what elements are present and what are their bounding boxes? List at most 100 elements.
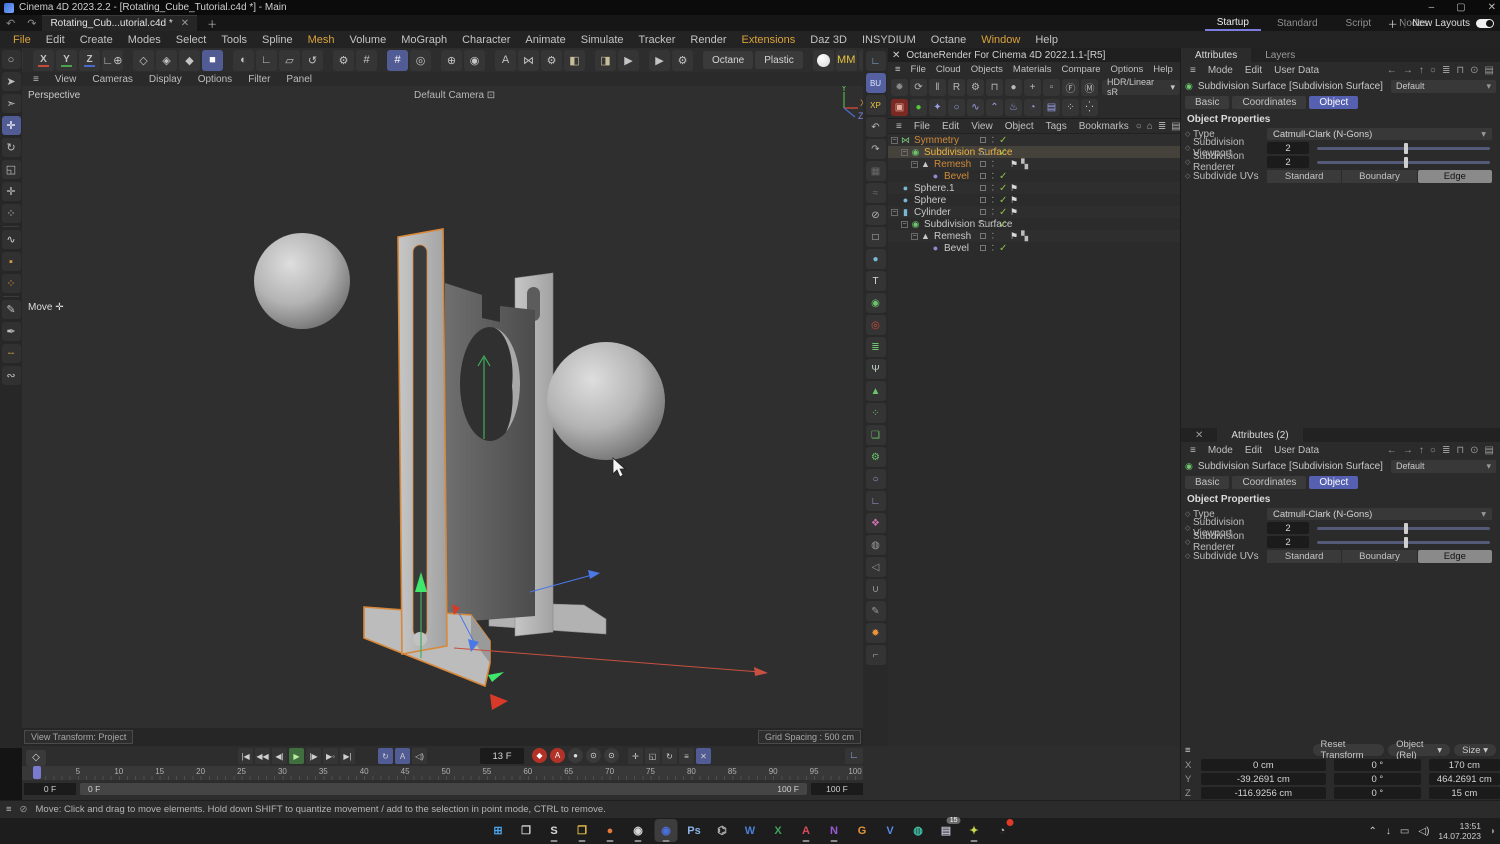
tweak-tool[interactable]: ➣ xyxy=(1,94,21,113)
hanger-icon[interactable]: ⌃ xyxy=(986,98,1003,116)
object-name[interactable]: Symmetry xyxy=(914,135,959,146)
uv-option-boundary[interactable]: Boundary xyxy=(1342,549,1417,563)
spline-smooth[interactable]: ∿ xyxy=(1,230,21,249)
menu-help[interactable]: Help xyxy=(1028,33,1065,47)
play-forward[interactable]: ▶◦ xyxy=(323,748,338,764)
key-position[interactable]: ✛ xyxy=(628,748,643,764)
octane-menu-icon[interactable]: ≡ xyxy=(891,64,905,75)
object-row[interactable]: − ▮ Cylinder ⠅ ✓ ⚑ xyxy=(888,206,1180,218)
spline-dim[interactable]: ≈ xyxy=(865,183,886,203)
sound-toggle[interactable]: ◁) xyxy=(412,748,427,764)
excel[interactable]: X xyxy=(767,819,790,842)
word[interactable]: W xyxy=(739,819,762,842)
attr-nav-icon[interactable]: ⊓ xyxy=(1456,65,1464,76)
record-rotation[interactable]: ⊙ xyxy=(604,748,619,763)
key-scale[interactable]: ◱ xyxy=(645,748,660,764)
attr-nav-icon[interactable]: → xyxy=(1403,65,1413,76)
tray-display-icon[interactable]: ▭ xyxy=(1400,826,1409,837)
history[interactable]: ▦ xyxy=(865,161,886,181)
attr-menu-mode[interactable]: Mode xyxy=(1203,445,1238,456)
file-explorer[interactable]: ❒ xyxy=(571,819,594,842)
coord-position-field[interactable]: -116.9256 cm xyxy=(1200,787,1326,799)
coord-size-field[interactable]: 15 cm xyxy=(1428,787,1500,799)
array-object[interactable]: ⁘ xyxy=(865,403,886,423)
render-view[interactable]: ▶ xyxy=(649,49,670,71)
attr-section-tab-coordinates[interactable]: Coordinates xyxy=(1232,476,1307,489)
texture-mode[interactable]: ◐ xyxy=(233,49,254,71)
attr-nav-icon[interactable]: ≣ xyxy=(1442,65,1450,76)
attr-section-tab-basic[interactable]: Basic xyxy=(1185,96,1230,109)
coord-rotation-field[interactable]: 0 ° xyxy=(1333,759,1421,771)
playhead[interactable] xyxy=(33,766,41,779)
object-name[interactable]: Remesh xyxy=(934,231,971,242)
coordinate-system[interactable]: ∟⊕ xyxy=(102,49,123,71)
tray-chevron-icon[interactable]: ⌃ xyxy=(1369,826,1377,837)
target-1[interactable]: ◎ xyxy=(410,49,431,71)
octane-menu-objects[interactable]: Objects xyxy=(967,64,1007,75)
object-name[interactable]: Sphere xyxy=(914,195,946,206)
dopesheet-icon[interactable]: ∟ xyxy=(845,748,863,764)
timeline-ruler[interactable]: 0510152025303540455055606570758085909510… xyxy=(22,766,863,780)
object-row[interactable]: − ▲ Remesh ⠅ ⚑ ▚ xyxy=(888,230,1180,242)
slider-value-field[interactable]: 2 xyxy=(1267,156,1309,168)
slider-track[interactable] xyxy=(1317,522,1490,534)
new-tab-button[interactable]: ＋ xyxy=(197,16,227,31)
axis-lock-x[interactable]: X xyxy=(33,49,54,71)
attr-menu-user-data[interactable]: User Data xyxy=(1269,65,1324,76)
layer-square-icon[interactable] xyxy=(980,137,986,143)
enable-dots-icon[interactable]: ⠅ xyxy=(991,136,999,145)
add-box[interactable]: + xyxy=(1024,78,1041,96)
attr-tab-layers[interactable]: Layers xyxy=(1251,48,1309,62)
attr-nav-icon[interactable]: ← xyxy=(1387,65,1397,76)
layout-tab-script[interactable]: Script xyxy=(1334,17,1384,30)
points-mode[interactable]: ◇ xyxy=(133,49,154,71)
joint-tool[interactable]: Ψ xyxy=(865,359,886,379)
layer-square-icon[interactable] xyxy=(980,161,986,167)
layer-square-icon[interactable] xyxy=(980,233,986,239)
slider-value-field[interactable]: 2 xyxy=(1267,522,1309,534)
attr-nav-icon[interactable]: ⊓ xyxy=(1456,445,1464,456)
tray-clock[interactable]: 13:51 14.07.2023 xyxy=(1438,821,1481,841)
coords-space-dropdown[interactable]: Size ▾ xyxy=(1454,744,1496,756)
loop-toggle[interactable]: ↻ xyxy=(378,748,393,764)
om-menu-object[interactable]: Object xyxy=(1000,121,1039,132)
viewport-menu-panel[interactable]: Panel xyxy=(279,74,319,85)
menu-extensions[interactable]: Extensions xyxy=(734,33,802,47)
om-menu-bookmarks[interactable]: Bookmarks xyxy=(1074,121,1134,132)
type-dropdown[interactable]: Catmull-Clark (N-Gons) ▾ xyxy=(1267,128,1492,140)
vpn-app[interactable]: V xyxy=(879,819,902,842)
axis-lock-z[interactable]: Z xyxy=(79,49,100,71)
object-row[interactable]: − ◉ Subdivision Surface ⠅ ✓ xyxy=(888,218,1180,230)
tree-app[interactable]: ✦ xyxy=(963,819,986,842)
loop-end-field[interactable]: 100 F xyxy=(811,783,863,795)
menu-insydium[interactable]: INSYDIUM xyxy=(855,33,923,47)
goto-end[interactable]: ▶| xyxy=(340,748,355,764)
edges-mode[interactable]: ◈ xyxy=(156,49,177,71)
menu-animate[interactable]: Animate xyxy=(518,33,572,47)
om-menu-edit[interactable]: Edit xyxy=(937,121,964,132)
enable-dots-icon[interactable]: ⠅ xyxy=(991,220,999,229)
colorspace-dropdown[interactable]: HDR/Linear sR ▾ xyxy=(1102,77,1180,97)
octane-menu-options[interactable]: Options xyxy=(1107,64,1148,75)
attr-menu-user-data[interactable]: User Data xyxy=(1269,445,1324,456)
preset-dropdown[interactable]: Default ▾ xyxy=(1391,79,1496,93)
octane-menu-materials[interactable]: Materials xyxy=(1009,64,1056,75)
workplane-mode[interactable]: ▱ xyxy=(279,49,300,71)
clock-app[interactable]: ◔ xyxy=(991,819,1014,842)
region-render[interactable]: R xyxy=(948,78,965,96)
axis-mode[interactable]: ∟ xyxy=(256,49,277,71)
attr-menu-edit[interactable]: Edit xyxy=(1240,65,1267,76)
attr-nav-icon[interactable]: ↑ xyxy=(1419,65,1424,76)
live-ball[interactable]: ● xyxy=(910,98,927,116)
menu-edit[interactable]: Edit xyxy=(39,33,72,47)
object-name[interactable]: Bevel xyxy=(944,171,969,182)
corner-close[interactable]: ⌐ xyxy=(865,645,886,665)
uv-option-boundary[interactable]: Boundary xyxy=(1342,169,1417,183)
deformer[interactable]: ❖ xyxy=(865,513,886,533)
viewport-move[interactable]: ✛ xyxy=(1,182,21,201)
snap-settings[interactable]: ⚙ xyxy=(333,49,354,71)
link-icon[interactable]: ∿ xyxy=(967,98,984,116)
flame-icon[interactable]: ♨ xyxy=(1005,98,1022,116)
attr-nav-icon[interactable]: ⊙ xyxy=(1470,445,1478,456)
camera-label[interactable]: Default Camera ⊡ xyxy=(414,90,495,101)
